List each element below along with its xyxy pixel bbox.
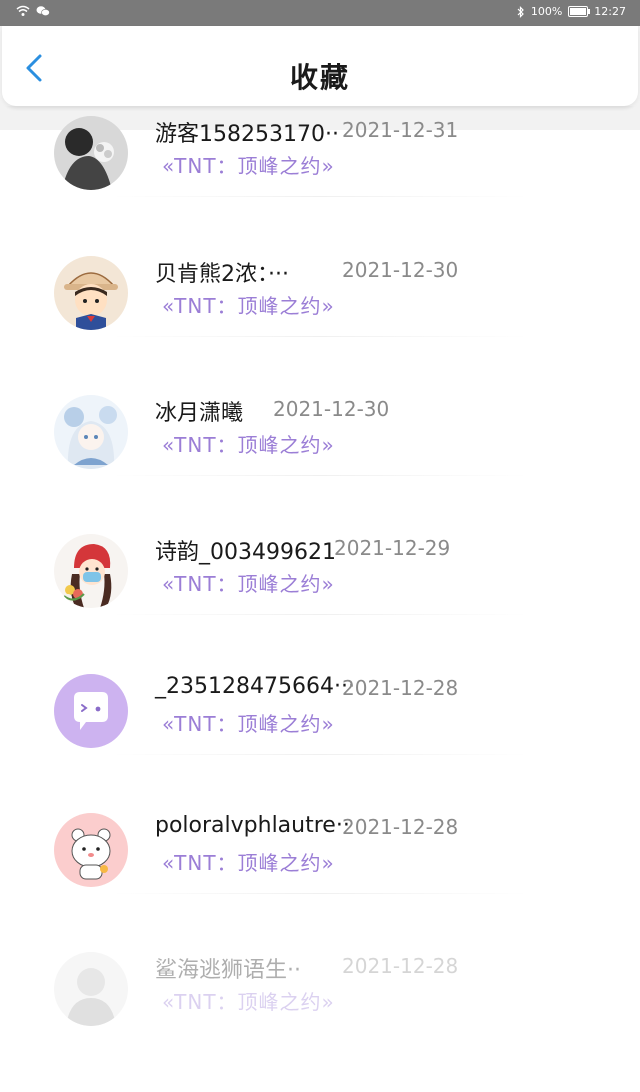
divider <box>110 336 530 337</box>
battery-icon <box>568 6 591 17</box>
favorite-date: 2021-12-30 <box>342 258 459 282</box>
book-title[interactable]: «TNT：顶峰之约» <box>162 986 335 1015</box>
list-item[interactable]: poloralvphlautre·· 2021-12-28 «TNT：顶峰之约» <box>0 813 640 953</box>
favorite-date: 2021-12-28 <box>342 954 459 978</box>
list-item[interactable]: _235128475664··· 2021-12-28 «TNT：顶峰之约» <box>0 674 640 814</box>
user-name: poloralvphlautre·· <box>155 813 350 838</box>
cartoon-boy-avatar-icon <box>54 256 128 330</box>
avatar <box>54 813 128 887</box>
user-name: 贝肯熊2浓：··· <box>155 262 289 287</box>
divider <box>110 614 530 615</box>
book-title[interactable]: «TNT：顶峰之约» <box>162 847 335 876</box>
list-item[interactable]: 游客158253170·· 2021-12-31 «TNT：顶峰之约» <box>0 116 640 256</box>
clock: 12:27 <box>594 5 626 18</box>
sketch-avatar-icon <box>54 952 128 1026</box>
user-name: 游客158253170·· <box>155 122 339 147</box>
book-title[interactable]: «TNT：顶峰之约» <box>162 568 335 597</box>
favorite-date: 2021-12-31 <box>342 118 459 142</box>
list-item[interactable]: 冰月潇曦 2021-12-30 «TNT：顶峰之约» <box>0 395 640 535</box>
user-name: 诗韵_003499621 <box>155 540 336 565</box>
list-item[interactable]: 贝肯熊2浓：··· 2021-12-30 «TNT：顶峰之约» <box>0 256 640 396</box>
bluetooth-icon <box>517 5 524 18</box>
list-item[interactable]: 诗韵_003499621 2021-12-29 «TNT：顶峰之约» <box>0 534 640 674</box>
battery-percent: 100% <box>530 5 563 18</box>
status-right: 100% 12:27 <box>517 5 626 18</box>
favorite-date: 2021-12-28 <box>342 815 459 839</box>
avatar <box>54 395 128 469</box>
book-title[interactable]: «TNT：顶峰之约» <box>162 150 335 179</box>
avatar <box>54 116 128 190</box>
status-left <box>16 5 50 17</box>
list-item[interactable]: 鲨海逃狮语生·· 2021-12-28 «TNT：顶峰之约» <box>0 952 640 1092</box>
book-title[interactable]: «TNT：顶峰之约» <box>162 429 335 458</box>
user-name: 鲨海逃狮语生·· <box>155 958 301 983</box>
favorite-date: 2021-12-28 <box>342 676 459 700</box>
avatar <box>54 256 128 330</box>
avatar <box>54 674 128 748</box>
wifi-icon <box>16 5 30 16</box>
anime-girl-avatar-icon <box>54 395 128 469</box>
bear-avatar-icon <box>54 813 128 887</box>
book-title[interactable]: «TNT：顶峰之约» <box>162 290 335 319</box>
divider <box>110 893 530 894</box>
divider <box>110 754 530 755</box>
photo-avatar-icon <box>54 116 128 190</box>
user-name: _235128475664··· <box>155 674 355 699</box>
book-title[interactable]: «TNT：顶峰之约» <box>162 708 335 737</box>
user-name: 冰月潇曦 <box>155 401 244 426</box>
avatar <box>54 952 128 1026</box>
page-title: 收藏 <box>289 61 350 94</box>
wechat-icon <box>36 6 50 17</box>
avatar <box>54 534 128 608</box>
divider <box>110 475 530 476</box>
favorite-date: 2021-12-29 <box>334 536 451 560</box>
chat-bubble-avatar-icon <box>54 674 128 748</box>
status-bar: 100% 12:27 <box>0 0 640 26</box>
divider <box>110 196 530 197</box>
red-hood-girl-avatar-icon <box>54 534 128 608</box>
favorite-date: 2021-12-30 <box>273 397 390 421</box>
header: 收藏 <box>2 26 638 106</box>
